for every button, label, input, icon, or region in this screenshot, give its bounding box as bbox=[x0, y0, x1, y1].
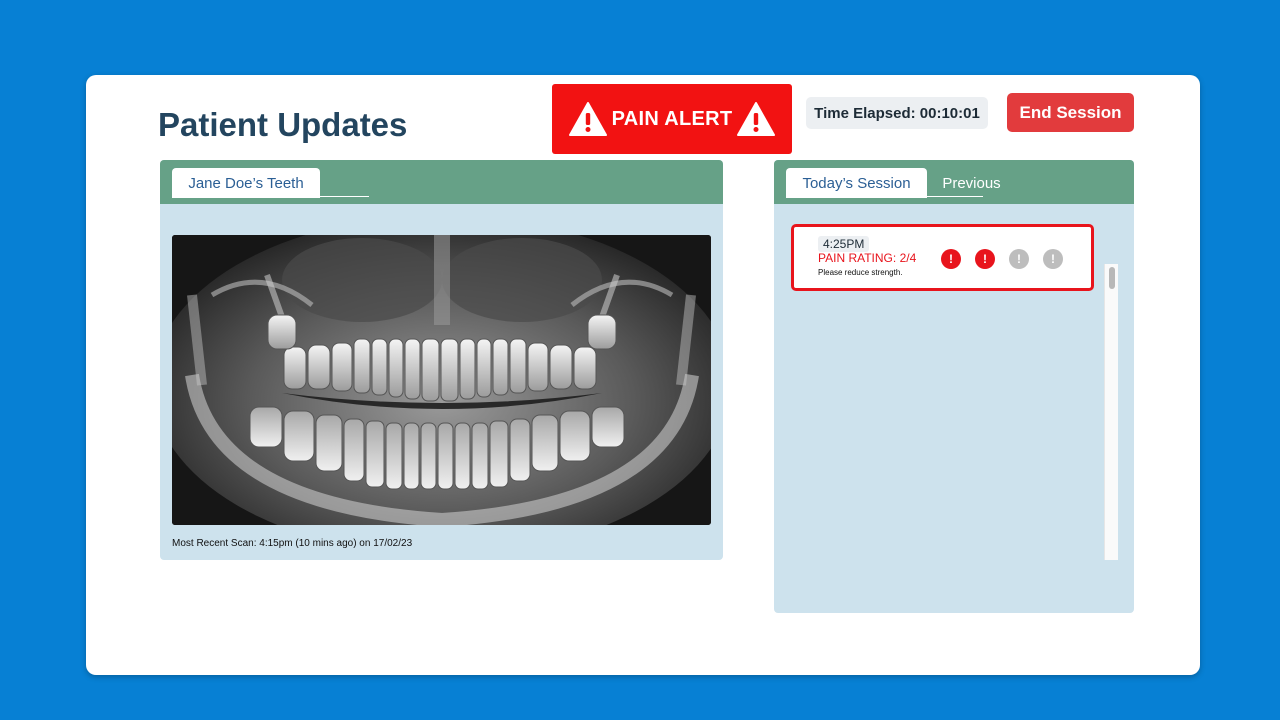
exclamation-circle-icon: ! bbox=[975, 249, 995, 269]
entry-note: Please reduce strength. bbox=[818, 268, 903, 277]
scrollbar-thumb[interactable] bbox=[1109, 267, 1115, 289]
pain-rating: PAIN RATING: 2/4 bbox=[818, 251, 917, 265]
tab-underline bbox=[172, 196, 369, 197]
scan-caption: Most Recent Scan: 4:15pm (10 mins ago) o… bbox=[172, 538, 413, 549]
session-panel-header: Today’s Session Previous bbox=[774, 160, 1134, 204]
dental-xray-image[interactable] bbox=[172, 235, 711, 525]
page-title: Patient Updates bbox=[158, 106, 408, 143]
xray-panel-header: Jane Doe’s Teeth bbox=[160, 160, 723, 204]
exclamation-circle-icon: ! bbox=[941, 249, 961, 269]
tab-underline bbox=[786, 196, 983, 197]
session-panel: Today’s Session Previous 4:25PM PAIN RAT… bbox=[774, 160, 1134, 613]
warning-triangle-icon bbox=[736, 101, 776, 137]
tab-previous[interactable]: Previous bbox=[934, 168, 1009, 198]
warning-triangle-icon bbox=[568, 101, 608, 137]
time-elapsed: Time Elapsed: 00:10:01 bbox=[806, 97, 988, 129]
exclamation-circle-icon: ! bbox=[1009, 249, 1029, 269]
pain-level-indicator: !!!! bbox=[941, 249, 1063, 269]
tab-todays-session[interactable]: Today’s Session bbox=[786, 168, 927, 198]
end-session-button[interactable]: End Session bbox=[1007, 93, 1134, 132]
tab-jane-doe-teeth[interactable]: Jane Doe’s Teeth bbox=[172, 168, 320, 198]
entry-time: 4:25PM bbox=[818, 236, 870, 252]
xray-panel: Jane Doe’s Teeth Most Recent Scan: 4:15p… bbox=[160, 160, 723, 560]
pain-entry-card[interactable]: 4:25PM PAIN RATING: 2/4 Please reduce st… bbox=[791, 224, 1094, 291]
pain-alert-banner: PAIN ALERT bbox=[552, 84, 792, 154]
exclamation-circle-icon: ! bbox=[1043, 249, 1063, 269]
scrollbar[interactable] bbox=[1104, 264, 1118, 560]
pain-alert-label: PAIN ALERT bbox=[611, 107, 733, 130]
